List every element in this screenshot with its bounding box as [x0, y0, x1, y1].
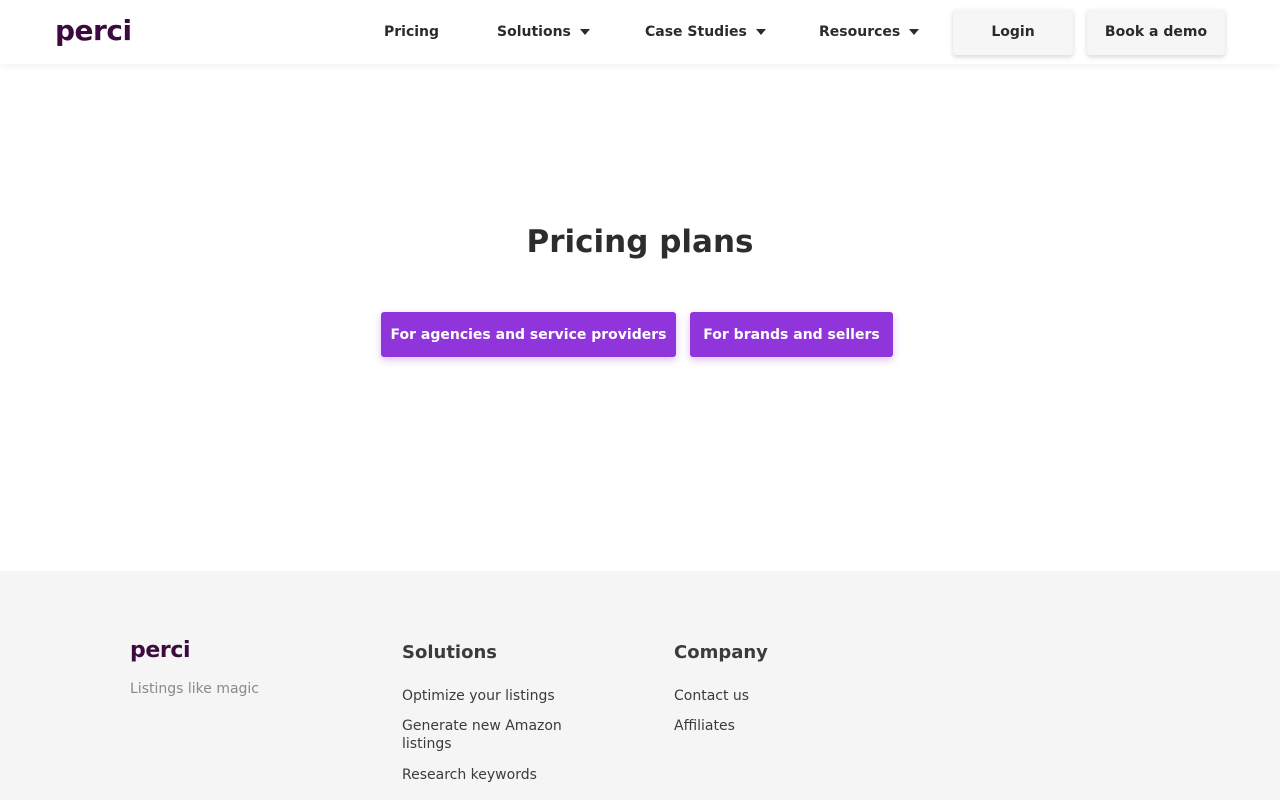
- footer-link-optimize-listings[interactable]: Optimize your listings: [402, 687, 582, 705]
- footer-heading-solutions: Solutions: [402, 642, 497, 663]
- agencies-plan-button[interactable]: For agencies and service providers: [381, 312, 676, 357]
- nav-case-studies[interactable]: Case Studies: [645, 20, 766, 44]
- brands-plan-button-label: For brands and sellers: [703, 326, 880, 343]
- nav-pricing-label: Pricing: [384, 24, 440, 40]
- book-demo-button[interactable]: Book a demo: [1087, 9, 1225, 55]
- login-button[interactable]: Login: [953, 9, 1073, 55]
- footer-link-research-keywords[interactable]: Research keywords: [402, 766, 582, 784]
- chevron-down-icon: [909, 29, 920, 35]
- chevron-down-icon: [579, 29, 590, 35]
- footer-tagline: Listings like magic: [130, 681, 260, 697]
- agencies-plan-button-label: For agencies and service providers: [390, 326, 667, 343]
- login-button-label: Login: [991, 24, 1035, 40]
- brands-plan-button[interactable]: For brands and sellers: [690, 312, 893, 357]
- nav-resources[interactable]: Resources: [819, 20, 920, 44]
- footer-link-affiliates[interactable]: Affiliates: [674, 717, 735, 735]
- site-header: perci Pricing Solutions Case Studies Res…: [0, 0, 1280, 64]
- perci-logo[interactable]: perci: [55, 14, 132, 48]
- nav-solutions[interactable]: Solutions: [497, 20, 590, 44]
- footer-link-generate-listings[interactable]: Generate new Amazon listings: [402, 717, 582, 753]
- nav-solutions-label: Solutions: [497, 24, 571, 40]
- page-title: Pricing plans: [526, 224, 754, 260]
- nav-pricing[interactable]: Pricing: [384, 20, 439, 44]
- site-footer: perci Listings like magic Solutions Opti…: [0, 571, 1280, 800]
- footer-logo[interactable]: perci: [130, 637, 191, 665]
- book-demo-button-label: Book a demo: [1104, 24, 1208, 40]
- nav-resources-label: Resources: [819, 24, 901, 40]
- nav-case-studies-label: Case Studies: [645, 24, 747, 40]
- chevron-down-icon: [755, 29, 766, 35]
- footer-link-contact-us[interactable]: Contact us: [674, 687, 749, 705]
- footer-heading-company: Company: [674, 642, 768, 663]
